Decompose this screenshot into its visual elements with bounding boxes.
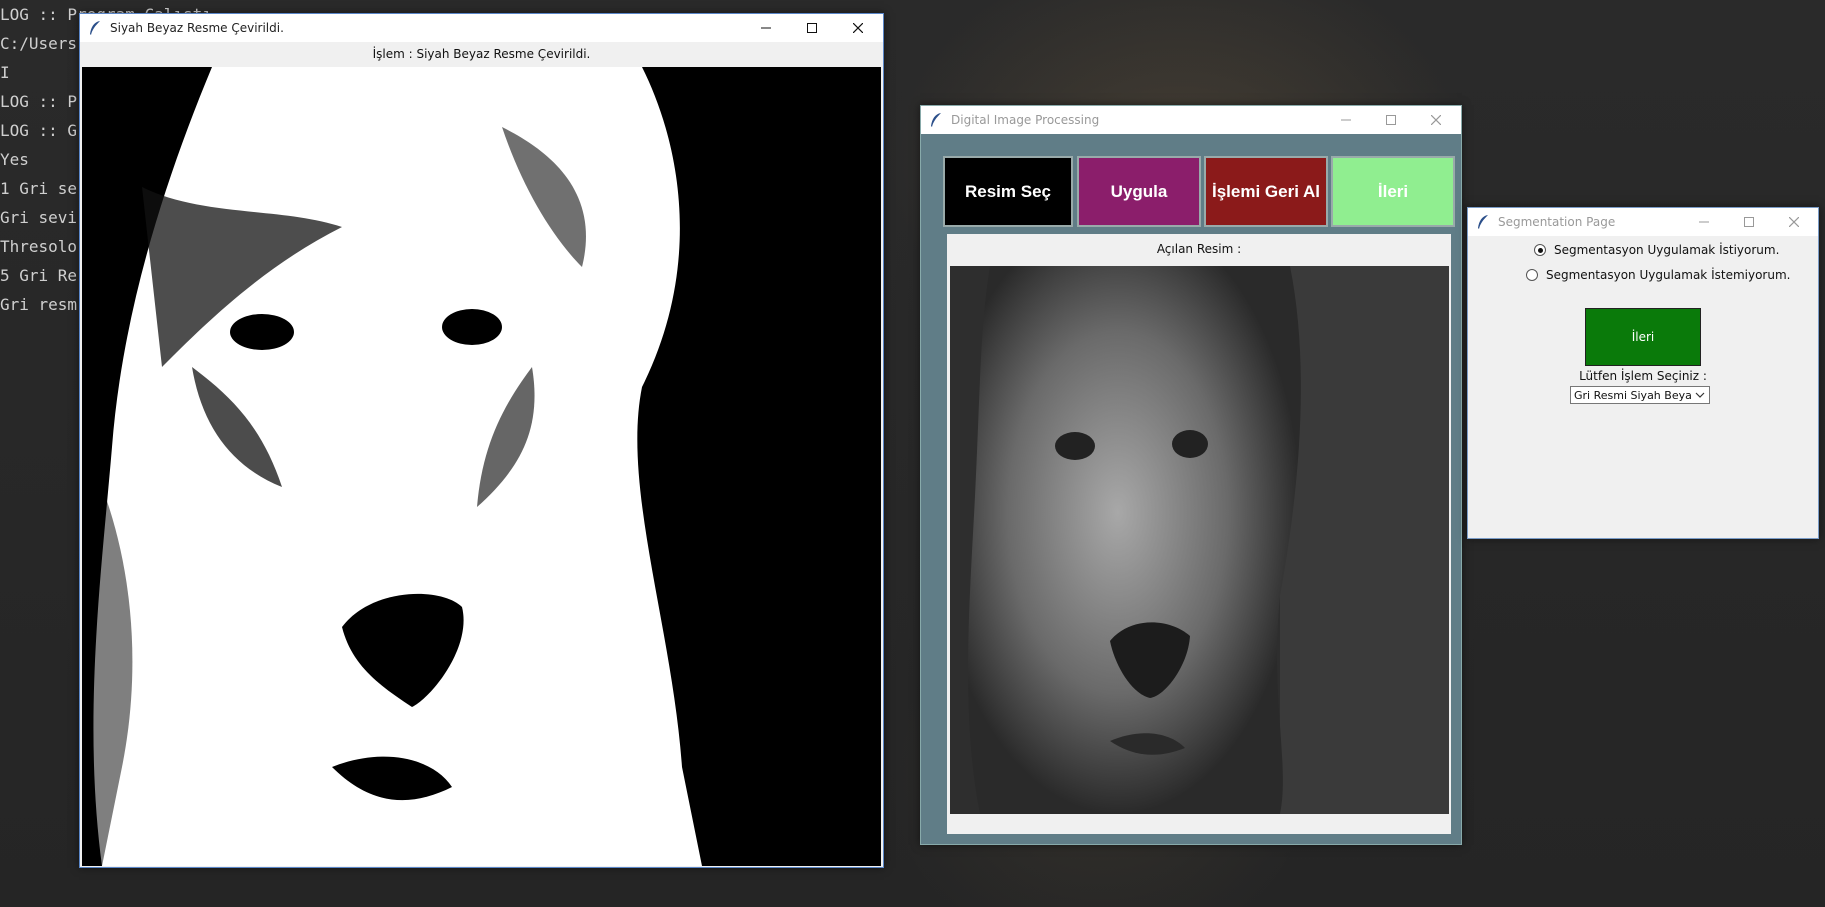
title-bar[interactable]: Segmentation Page xyxy=(1468,208,1818,236)
close-icon xyxy=(853,23,863,33)
feather-icon xyxy=(90,21,100,35)
radio-button-selected[interactable] xyxy=(1534,244,1546,256)
image-panel: Açılan Resim : xyxy=(947,234,1451,834)
maximize-icon xyxy=(1744,217,1754,227)
minimize-icon xyxy=(1699,221,1709,223)
close-icon xyxy=(1431,115,1441,125)
window-title: Digital Image Processing xyxy=(951,113,1100,127)
undo-button[interactable]: İşlemi Geri Al xyxy=(1204,156,1328,227)
close-button[interactable] xyxy=(835,14,881,42)
feather-icon xyxy=(1478,215,1488,229)
minimize-button[interactable] xyxy=(1323,106,1369,134)
select-image-button[interactable]: Resim Seç xyxy=(943,156,1073,227)
operation-label: İşlem : Siyah Beyaz Resme Çevirildi. xyxy=(372,47,591,61)
maximize-icon xyxy=(1386,115,1396,125)
maximize-button[interactable] xyxy=(1368,106,1414,134)
close-icon xyxy=(1789,217,1799,227)
dropdown-value: Gri Resmi Siyah Beyaz'a xyxy=(1574,389,1692,402)
window-title: Segmentation Page xyxy=(1498,215,1616,229)
maximize-button[interactable] xyxy=(789,14,835,42)
title-bar[interactable]: Digital Image Processing xyxy=(921,106,1461,134)
radio-apply-segmentation[interactable]: Segmentasyon Uygulamak İstiyorum. xyxy=(1534,243,1779,257)
close-button[interactable] xyxy=(1771,208,1817,236)
minimize-button[interactable] xyxy=(743,14,789,42)
radio-label: Segmentasyon Uygulamak İstiyorum. xyxy=(1554,243,1780,257)
radio-button[interactable] xyxy=(1526,269,1538,281)
operation-dropdown[interactable]: Gri Resmi Siyah Beyaz'a xyxy=(1570,386,1710,404)
maximize-icon xyxy=(807,23,817,33)
window-title: Siyah Beyaz Resme Çevirildi. xyxy=(110,21,284,35)
next-button[interactable]: İleri xyxy=(1331,156,1455,227)
apply-button[interactable]: Uygula xyxy=(1077,156,1201,227)
grayscale-lion-image xyxy=(950,266,1449,814)
maximize-button[interactable] xyxy=(1726,208,1772,236)
radio-no-segmentation[interactable]: Segmentasyon Uygulamak İstemiyorum. xyxy=(1526,268,1790,282)
segmentation-window: Segmentation Page Segmentasyon Uygulamak… xyxy=(1467,207,1819,539)
bw-lion-image xyxy=(82,67,881,866)
minimize-icon xyxy=(1341,119,1351,121)
main-window: Digital Image Processing Resim Seç Uygul… xyxy=(920,105,1462,845)
title-bar[interactable]: Siyah Beyaz Resme Çevirildi. xyxy=(80,14,883,42)
chevron-down-icon[interactable] xyxy=(1693,388,1707,402)
opened-image-label: Açılan Resim : xyxy=(1156,242,1242,256)
close-button[interactable] xyxy=(1413,106,1459,134)
next-button[interactable]: İleri xyxy=(1585,308,1701,366)
feather-icon xyxy=(931,113,941,127)
minimize-icon xyxy=(761,27,771,29)
choose-operation-label: Lütfen İşlem Seçiniz : xyxy=(1579,369,1707,383)
bw-result-window: Siyah Beyaz Resme Çevirildi. İşlem : Siy… xyxy=(79,13,884,868)
radio-label: Segmentasyon Uygulamak İstemiyorum. xyxy=(1546,268,1791,282)
minimize-button[interactable] xyxy=(1681,208,1727,236)
